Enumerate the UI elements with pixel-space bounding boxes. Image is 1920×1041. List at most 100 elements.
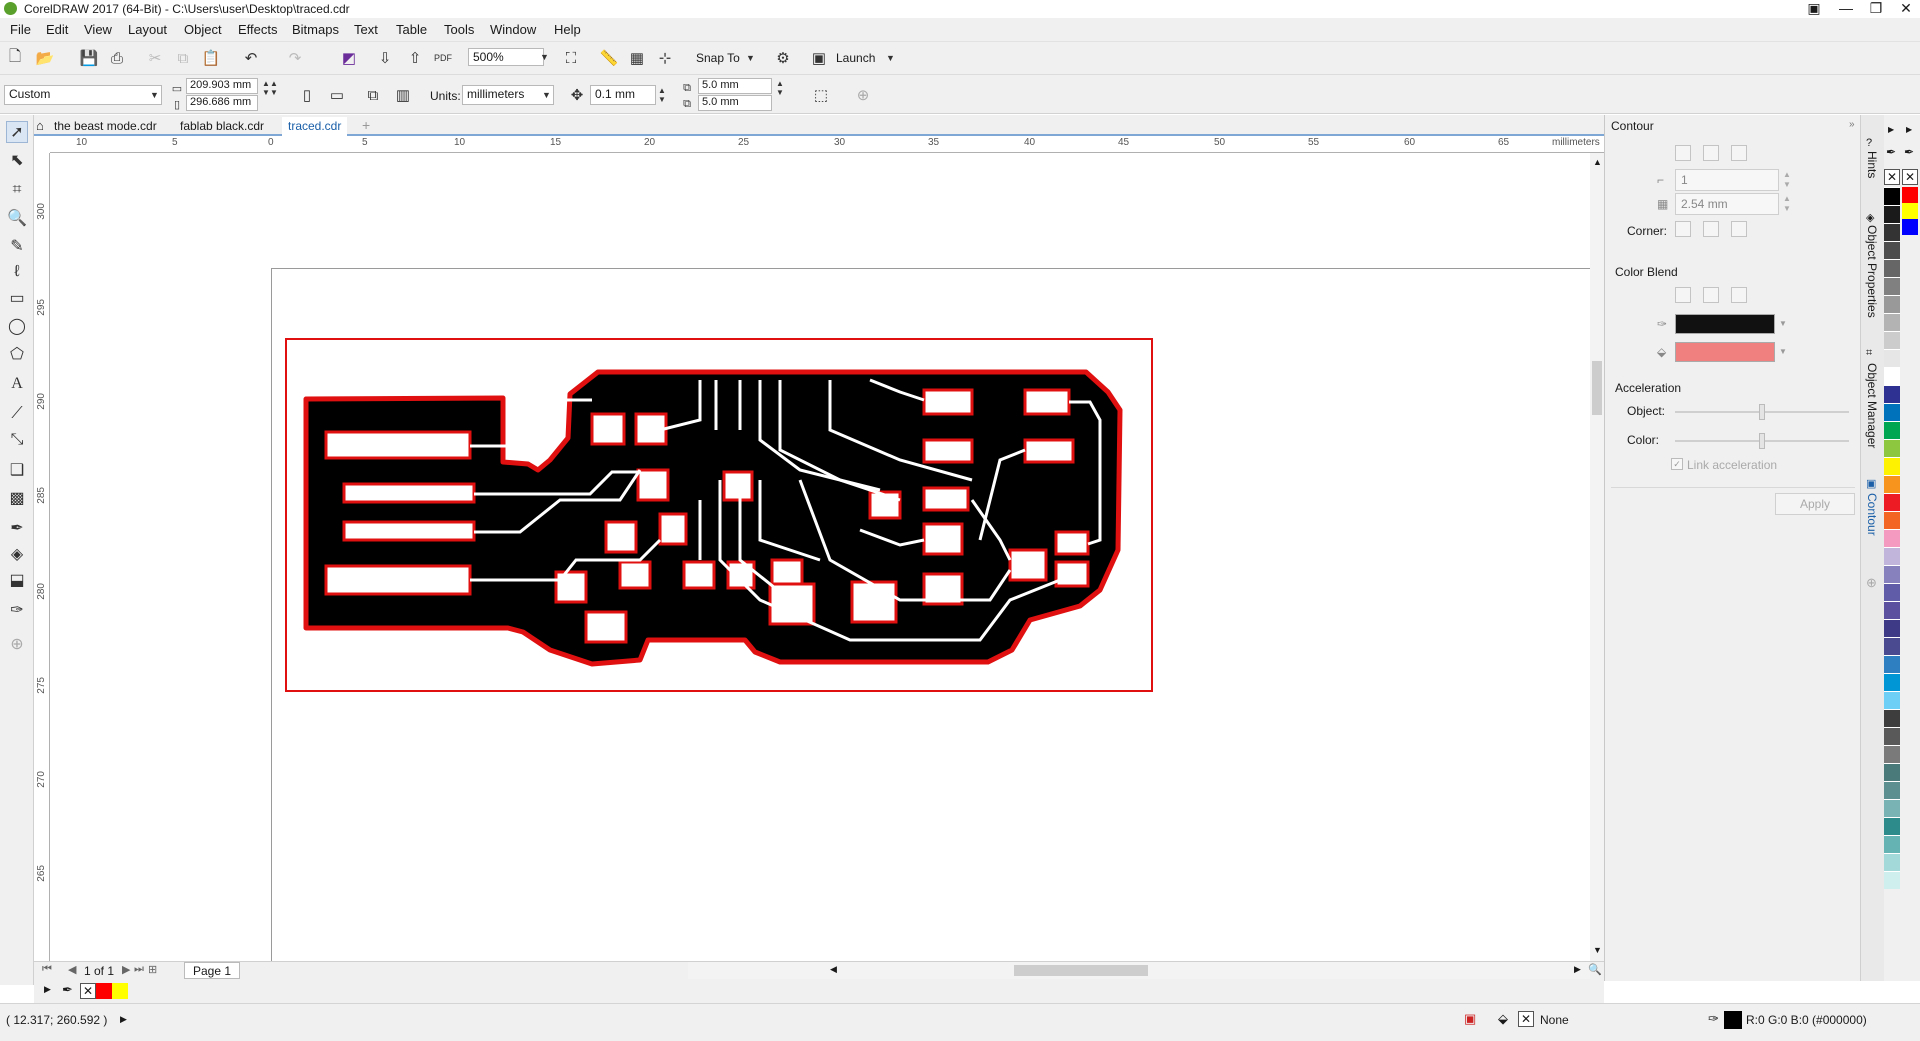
steps-spinner[interactable]: ▲ ▼ [1783,170,1791,190]
height-spinner[interactable]: ▲ ▼ [270,79,278,97]
units-select[interactable]: millimeters [462,85,554,105]
crop-tool-icon[interactable]: ⌗ [6,179,28,201]
copy-icon[interactable]: ⧉ [172,47,194,69]
palette-swatch[interactable] [1884,853,1900,871]
contour-steps-field[interactable]: 1 [1675,169,1779,191]
nudge-distance-field[interactable]: 0.1 mm [590,85,656,105]
artistic-media-tool-icon[interactable]: ℓ [6,261,28,283]
palette-scroll-up-icon[interactable]: ▶ [1888,125,1894,134]
page-size-select[interactable]: Custom [4,85,162,105]
save-icon[interactable]: 💾 [78,47,100,69]
page-tab[interactable]: Page 1 [184,962,241,979]
palette-swatch[interactable] [1884,493,1900,511]
doc-yellow-swatch[interactable] [1902,203,1918,219]
current-page-icon[interactable]: ▥ [392,84,414,106]
outline-pen-tool-icon[interactable]: ✑ [6,599,28,621]
add-page-icon[interactable]: ⊞ [148,963,157,976]
launch-arrow[interactable]: ▼ [886,53,895,63]
redo-icon[interactable]: ↷ [284,47,306,69]
menu-layout[interactable]: Layout [128,22,167,37]
import-icon[interactable]: ⇩ [374,47,396,69]
restore-button[interactable]: ❐ [1862,0,1890,18]
color-eyedropper-tool-icon[interactable]: ✒ [6,517,28,539]
menu-view[interactable]: View [84,22,112,37]
vertical-scrollbar[interactable]: ▲ ▼ [1590,153,1604,961]
menu-effects[interactable]: Effects [238,22,278,37]
palette-swatch[interactable] [1884,763,1900,781]
rectangle-tool-icon[interactable]: ▭ [6,287,28,309]
palette-swatch[interactable] [1884,421,1900,439]
freehand-tool-icon[interactable]: ✎ [6,235,28,257]
palette-swatch[interactable] [1884,529,1900,547]
horizontal-scroll-thumb[interactable] [1014,965,1148,976]
previous-page-icon[interactable]: ◀ [68,963,76,976]
zoom-level-field[interactable]: 500% [468,48,544,66]
portrait-icon[interactable]: ▯ [296,84,318,106]
landscape-icon[interactable]: ▭ [326,84,348,106]
add-docker-icon[interactable]: ⊕ [1866,575,1877,591]
palette-swatch[interactable] [1884,331,1900,349]
duplicate-y-field[interactable]: 5.0 mm [698,95,772,111]
zoom-tool-icon[interactable]: 🔍 [6,207,28,229]
menu-window[interactable]: Window [490,22,536,37]
parallel-dimension-tool-icon[interactable]: ⟋ [6,403,28,425]
palette-swatch[interactable] [1884,817,1900,835]
palette-swatch[interactable] [1884,583,1900,601]
no-color-swatch[interactable]: ✕ [1884,169,1900,185]
menu-help[interactable]: Help [554,22,581,37]
contour-inside-button[interactable] [1703,145,1719,161]
object-slider-thumb[interactable] [1759,404,1765,420]
clockwise-blend-button[interactable] [1703,287,1719,303]
export-icon[interactable]: ⇧ [404,47,426,69]
page-width-field[interactable]: 209.903 mm [186,78,258,94]
palette-expand-arrow[interactable]: ▶ [44,984,51,995]
smart-fill-tool-icon[interactable]: ⬓ [6,569,28,591]
yellow-swatch[interactable] [112,983,128,999]
launch-icon[interactable]: ▣ [808,47,830,69]
palette-swatch[interactable] [1884,691,1900,709]
palette-swatch[interactable] [1884,313,1900,331]
palette-swatch[interactable] [1884,601,1900,619]
contour-outside-button[interactable] [1731,145,1747,161]
palette-swatch[interactable] [1884,781,1900,799]
palette-swatch[interactable] [1884,439,1900,457]
options-gear-icon[interactable]: ⚙ [772,47,794,69]
contour-offset-field[interactable]: 2.54 mm [1675,193,1779,215]
no-color-swatch[interactable]: ✕ [80,983,96,999]
show-rulers-icon[interactable]: 📏 [598,47,620,69]
open-icon[interactable]: 📂 [34,47,56,69]
zoom-dropdown-arrow[interactable]: ▼ [540,52,549,62]
color-slider-thumb[interactable] [1759,433,1765,449]
default-palette-column[interactable] [1884,187,1900,975]
print-icon[interactable]: ⎙ [106,47,128,69]
palette-swatch[interactable] [1884,835,1900,853]
no-color-swatch[interactable]: ✕ [1902,169,1918,185]
palette-swatch[interactable] [1884,637,1900,655]
tab-traced[interactable]: traced.cdr [282,117,348,136]
text-tool-icon[interactable]: A [6,373,28,395]
width-spinner[interactable]: ▲ ▼ [262,79,270,97]
palette-swatch[interactable] [1884,385,1900,403]
full-screen-icon[interactable]: ⛶ [560,47,582,69]
link-acceleration-checkbox[interactable]: ✓ [1671,458,1683,470]
tab-object-manager[interactable]: Object Manager [1865,363,1879,448]
close-button[interactable]: ✕ [1892,0,1920,18]
paste-icon[interactable]: 📋 [200,47,222,69]
scroll-up-arrow[interactable]: ▲ [1593,157,1602,167]
palette-swatch[interactable] [1884,745,1900,763]
palette-swatch[interactable] [1884,205,1900,223]
palette-eyedropper-icon[interactable]: ✒ [1904,145,1914,159]
quick-customize-icon[interactable]: ⊕ [852,84,874,106]
palette-swatch[interactable] [1884,403,1900,421]
undo-icon[interactable]: ↶ [240,47,262,69]
palette-swatch[interactable] [1884,511,1900,529]
red-swatch[interactable] [96,983,112,999]
duplicate-spinner[interactable]: ▲ ▼ [776,79,784,97]
new-tab-icon[interactable]: + [362,117,370,133]
menu-table[interactable]: Table [396,22,427,37]
pdf-icon[interactable]: PDF [432,47,454,69]
palette-swatch[interactable] [1884,241,1900,259]
scroll-right-arrow[interactable]: ▶ [1574,964,1581,975]
drawing-canvas[interactable] [51,153,1590,961]
menu-file[interactable]: File [10,22,31,37]
